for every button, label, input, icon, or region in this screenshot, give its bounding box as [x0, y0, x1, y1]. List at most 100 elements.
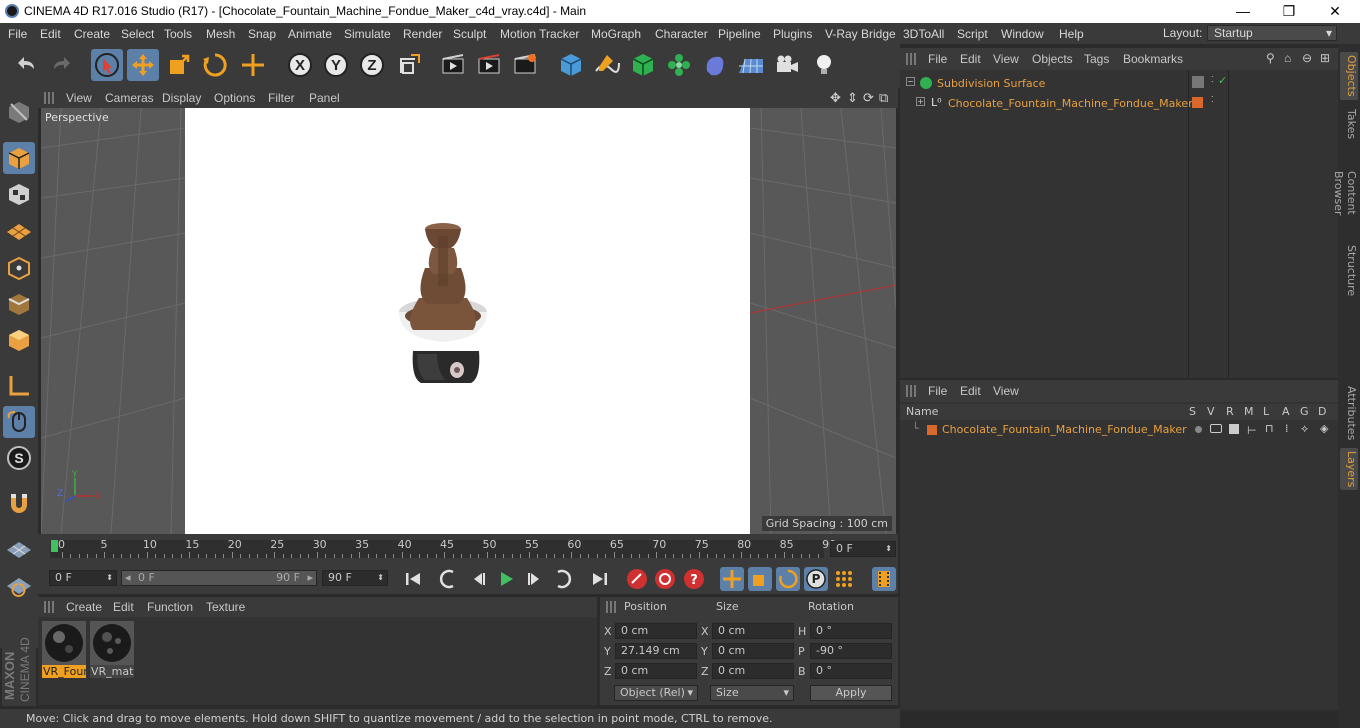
menu-animate[interactable]: Animate	[288, 27, 332, 41]
go-to-end-button[interactable]	[588, 567, 612, 591]
previous-key-button[interactable]	[437, 567, 461, 591]
autokey-button[interactable]	[653, 567, 677, 591]
menu-render[interactable]: Render	[403, 27, 442, 41]
object-menu-tags[interactable]: Tags	[1084, 52, 1109, 66]
deformer-icon[interactable]: ◈	[1320, 422, 1328, 435]
layer-menu-view[interactable]: View	[993, 384, 1019, 398]
axis-mode-button[interactable]	[3, 370, 35, 402]
close-button[interactable]: ✕	[1312, 0, 1358, 23]
scale-tool-button[interactable]	[163, 49, 195, 81]
render-dots-icon[interactable]: ⁚	[1211, 95, 1214, 104]
menu-mesh[interactable]: Mesh	[206, 27, 235, 41]
rotate-tool-button[interactable]	[199, 49, 231, 81]
menu-edit[interactable]: Edit	[40, 27, 61, 41]
menu-vray-bridge[interactable]: V-Ray Bridge	[825, 27, 896, 41]
viewport-maximize-icon[interactable]: ⧉	[879, 90, 888, 106]
material-menu-create[interactable]: Create	[66, 600, 102, 614]
menu-file[interactable]: File	[8, 27, 27, 41]
workplane-lock-button[interactable]	[3, 534, 35, 566]
viewport-menu-cameras[interactable]: Cameras	[105, 91, 154, 105]
rotation-h-field[interactable]: 0 °	[810, 623, 892, 639]
points-mode-button[interactable]	[3, 252, 35, 284]
key-position-button[interactable]	[720, 567, 744, 591]
menu-window[interactable]: Window	[1001, 27, 1044, 41]
add-deformer-button[interactable]	[699, 49, 731, 81]
menu-3dtoall[interactable]: 3DToAll	[903, 27, 944, 41]
menu-motion-tracker[interactable]: Motion Tracker	[500, 27, 579, 41]
object-menu-file[interactable]: File	[928, 52, 947, 66]
render-view-button[interactable]	[437, 49, 469, 81]
link-icon[interactable]: ⊖	[1302, 51, 1312, 65]
menu-snap[interactable]: Snap	[248, 27, 276, 41]
material-swatch[interactable]: VR_Foun	[42, 621, 86, 678]
key-parameter-button[interactable]: P	[804, 567, 828, 591]
collapse-icon[interactable]: −	[906, 77, 915, 86]
current-frame-field[interactable]: 0 F ⬍	[830, 541, 896, 557]
menu-help[interactable]: Help	[1059, 27, 1084, 41]
record-keys-button[interactable]	[625, 567, 649, 591]
home-icon[interactable]: ⌂	[1284, 51, 1291, 65]
apply-button[interactable]: Apply	[810, 685, 892, 701]
position-x-field[interactable]: 0 cm	[615, 623, 697, 639]
undo-button[interactable]	[10, 49, 42, 81]
start-frame-field[interactable]: 0 F ⬍	[49, 570, 117, 586]
viewport-menu-view[interactable]: View	[66, 91, 92, 105]
previous-frame-button[interactable]	[467, 567, 491, 591]
x-axis-button[interactable]: X	[284, 49, 316, 81]
menu-mograph[interactable]: MoGraph	[591, 27, 641, 41]
playhead[interactable]	[51, 540, 58, 552]
generator-icon[interactable]: ⟡	[1301, 422, 1308, 436]
viewport-menu-filter[interactable]: Filter	[268, 91, 295, 105]
layer-menu-file[interactable]: File	[928, 384, 947, 398]
viewport-menu-options[interactable]: Options	[214, 91, 255, 105]
render-to-picture-viewer-button[interactable]	[473, 49, 505, 81]
coordinate-mode-select[interactable]: Object (Rel) ▾	[614, 685, 698, 701]
material-menu-edit[interactable]: Edit	[113, 600, 134, 614]
add-cube-button[interactable]	[555, 49, 587, 81]
maximize-button[interactable]: ❐	[1266, 0, 1312, 23]
add-generator-button[interactable]	[627, 49, 659, 81]
live-selection-button[interactable]	[91, 49, 123, 81]
minimize-button[interactable]: —	[1220, 0, 1266, 23]
tab-structure[interactable]: Structure	[1340, 244, 1358, 298]
polygons-mode-button[interactable]	[3, 324, 35, 356]
add-spline-pen-button[interactable]	[591, 49, 623, 81]
object-menu-objects[interactable]: Objects	[1032, 52, 1073, 66]
end-frame-field[interactable]: 90 F ⬍	[322, 570, 388, 586]
add-light-button[interactable]	[808, 49, 840, 81]
solo-dot-icon[interactable]	[1195, 426, 1202, 433]
object-menu-bookmarks[interactable]: Bookmarks	[1123, 52, 1183, 66]
add-environment-button[interactable]	[735, 49, 767, 81]
workplane-mode-button[interactable]	[3, 214, 35, 246]
key-pla-button[interactable]	[832, 567, 856, 591]
check-icon[interactable]: ✓	[1218, 74, 1227, 87]
render-settings-button[interactable]	[509, 49, 541, 81]
tab-layers[interactable]: Layers	[1340, 448, 1358, 490]
lock-icon[interactable]: ⊓	[1265, 422, 1274, 435]
expand-icon[interactable]: +	[916, 97, 925, 106]
redo-button[interactable]	[46, 49, 78, 81]
tab-content-browser[interactable]: Content Browser	[1332, 148, 1358, 238]
move-tool-button[interactable]	[127, 49, 159, 81]
viewport-menu-panel[interactable]: Panel	[309, 91, 340, 105]
frame-range-slider[interactable]: ◂ 0 F 90 F ▸	[121, 570, 317, 586]
menu-create[interactable]: Create	[74, 27, 110, 41]
menu-character[interactable]: Character	[655, 27, 708, 41]
next-key-button[interactable]	[550, 567, 574, 591]
menu-tools[interactable]: Tools	[164, 27, 192, 41]
snapping-button[interactable]: S	[3, 442, 35, 474]
texture-mode-button[interactable]	[3, 178, 35, 210]
object-row-fountain[interactable]: + L⁰ Chocolate_Fountain_Machine_Fondue_M…	[904, 95, 1332, 114]
rotation-p-field[interactable]: -90 °	[810, 643, 892, 659]
menu-plugins[interactable]: Plugins	[773, 27, 812, 41]
model-mode-button[interactable]	[3, 142, 35, 174]
z-axis-button[interactable]: Z	[356, 49, 388, 81]
render-clapper-icon[interactable]	[1229, 424, 1239, 434]
tab-objects[interactable]: Objects	[1340, 52, 1358, 100]
timeline-ruler[interactable]: 051015202530354045505560657075808590 0 F…	[38, 534, 898, 564]
add-mograph-button[interactable]	[663, 49, 695, 81]
workplane-snap-button[interactable]	[3, 570, 35, 602]
key-rotation-button[interactable]	[776, 567, 800, 591]
tweak-mode-button[interactable]	[3, 406, 35, 438]
manager-icon[interactable]: ⊢	[1247, 424, 1257, 437]
